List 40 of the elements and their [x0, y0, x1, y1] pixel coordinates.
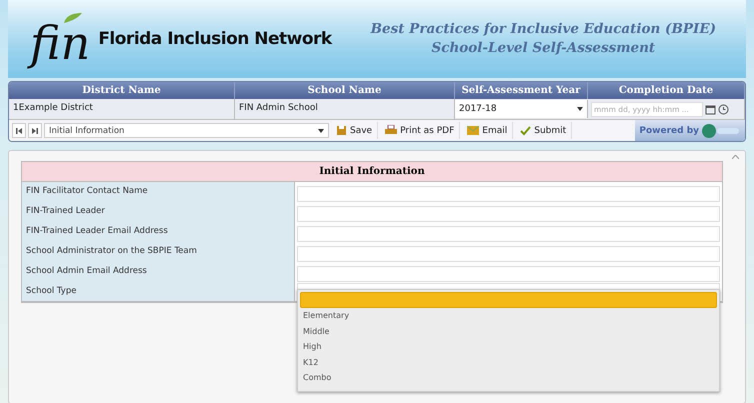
calendar-icon[interactable]	[705, 104, 716, 114]
input-field[interactable]	[297, 226, 720, 242]
dropdown-option[interactable]: Combo	[300, 370, 717, 386]
dropdown-option[interactable]: K12	[300, 354, 717, 370]
clock-icon[interactable]	[718, 104, 729, 114]
dropdown-option[interactable]: Middle	[300, 324, 717, 339]
table-cell: 1Example District	[9, 99, 235, 119]
caret-icon	[577, 107, 583, 111]
printer-icon	[385, 125, 398, 136]
dropdown-option[interactable]: Elementary	[300, 308, 717, 324]
blank-option[interactable]	[300, 292, 717, 308]
input-field[interactable]	[297, 246, 720, 262]
field-label: FIN Facilitator Contact Name	[22, 182, 295, 203]
org-name: Florida Inclusion Network	[98, 29, 332, 49]
input-field[interactable]	[297, 186, 720, 202]
first-page-icon[interactable]	[12, 123, 26, 138]
toolbar-button[interactable]: Submit	[515, 122, 572, 139]
title-line: Best Practices for Inclusive Education (BPIE)	[370, 20, 716, 39]
envelope-icon	[467, 126, 480, 135]
section-dropdown[interactable]: Initial Information	[44, 123, 329, 138]
toolbar-button[interactable]: Email	[462, 122, 514, 139]
field-label: School Admin Email Address	[22, 262, 295, 283]
caret-icon	[318, 128, 324, 132]
dropdown-option[interactable]: High	[300, 339, 717, 354]
field-label: FIN-Trained Leader	[22, 202, 295, 223]
field-label: FIN-Trained Leader Email Address	[22, 222, 295, 243]
input-field[interactable]	[297, 206, 720, 222]
input-field[interactable]	[297, 266, 720, 282]
toolbar-button[interactable]: Print as PDF	[380, 122, 460, 139]
checkmark-icon	[520, 126, 532, 136]
field-label: School Administrator on the SBPIE Team	[22, 242, 295, 263]
leaf-icon	[62, 12, 84, 24]
subtitle-line: School-Level Self-Assessment	[430, 39, 656, 58]
year-dropdown[interactable]: 2017-18	[455, 100, 588, 118]
field-label: School Type	[22, 282, 295, 301]
toolbar-button[interactable]: Save	[331, 122, 378, 139]
powered-by-badge: Powered by	[635, 120, 745, 141]
scroll-up-icon[interactable]	[732, 155, 739, 159]
section-title: Initial Information	[22, 162, 722, 182]
last-page-icon[interactable]	[28, 123, 42, 138]
